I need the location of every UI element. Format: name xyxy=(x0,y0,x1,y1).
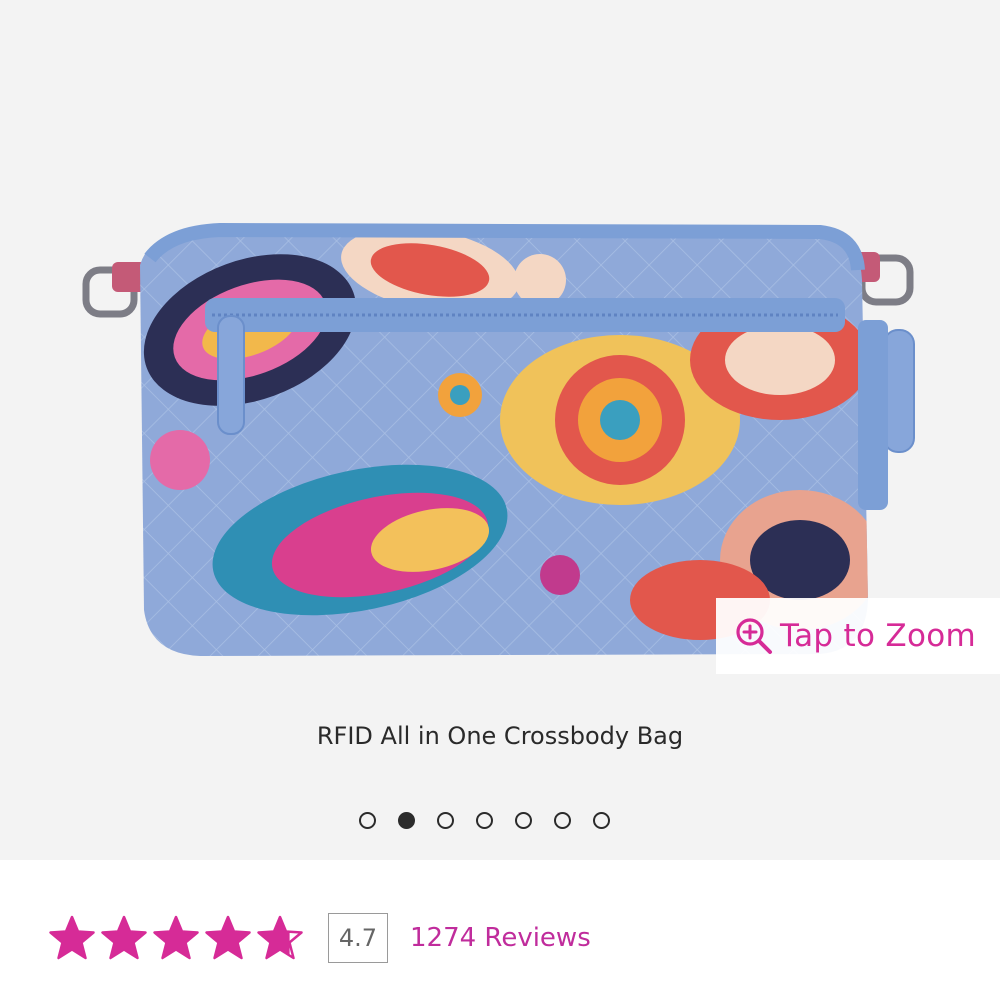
zipper-pull-front xyxy=(217,315,245,435)
strap-ring-left xyxy=(82,262,146,318)
star-icon xyxy=(153,915,199,960)
pager-dot[interactable] xyxy=(359,811,376,829)
pager-dot[interactable] xyxy=(515,811,532,829)
tap-to-zoom-button[interactable]: Tap to Zoom xyxy=(716,598,1000,674)
zipper-pull-side xyxy=(858,320,915,510)
star-icon xyxy=(101,915,147,960)
zoom-in-icon xyxy=(736,618,772,654)
product-gallery[interactable]: Tap to Zoom RFID All in One Crossbody Ba… xyxy=(0,0,1000,860)
star-icon xyxy=(205,915,251,960)
rating-score-badge: 4.7 xyxy=(328,913,388,963)
pager-dot[interactable] xyxy=(398,811,415,829)
product-caption: RFID All in One Crossbody Bag xyxy=(316,722,684,750)
tap-to-zoom-label: Tap to Zoom xyxy=(780,618,976,654)
pager-dot[interactable] xyxy=(554,811,571,829)
image-pager xyxy=(359,809,610,831)
star-icon xyxy=(49,915,95,960)
star-rating xyxy=(48,914,304,962)
rating-row: 4.7 1274 Reviews xyxy=(48,908,591,968)
pager-dot[interactable] xyxy=(476,811,493,829)
star-icon xyxy=(257,915,303,960)
pager-dot[interactable] xyxy=(437,811,454,829)
reviews-link[interactable]: 1274 Reviews xyxy=(410,923,591,953)
pager-dot[interactable] xyxy=(593,811,610,829)
